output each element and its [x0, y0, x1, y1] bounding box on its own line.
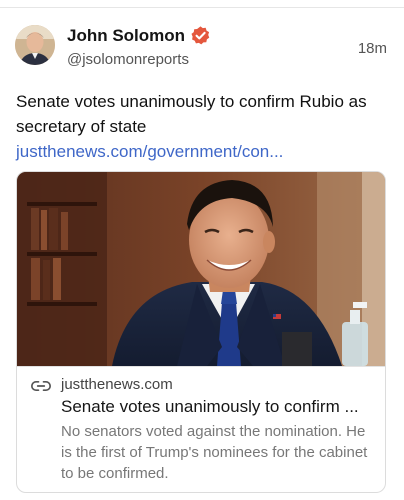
post-text: Senate votes unanimously to confirm Rubi…	[16, 92, 367, 136]
author-name[interactable]: John Solomon	[67, 25, 185, 47]
link-preview-meta[interactable]: justthenews.com Senate votes unanimously…	[17, 366, 385, 482]
link-icon	[31, 381, 51, 391]
author-avatar[interactable]	[15, 25, 55, 65]
link-preview-card[interactable]: justthenews.com Senate votes unanimously…	[16, 171, 386, 493]
link-preview-image[interactable]	[17, 172, 385, 366]
link-preview-title: Senate votes unanimously to confirm ...	[61, 397, 359, 416]
post-link[interactable]: justthenews.com/government/con...	[16, 142, 283, 161]
author-handle[interactable]: @jsolomonreports	[67, 50, 189, 70]
post-body: Senate votes unanimously to confirm Rubi…	[16, 89, 376, 164]
post-card: John Solomon @jsolomonreports 18m Senate…	[0, 0, 404, 500]
verified-badge-icon	[191, 26, 210, 45]
link-preview-domain: justthenews.com	[61, 376, 173, 393]
link-preview-description: No senators voted against the nomination…	[61, 423, 368, 482]
post-timestamp: 18m	[357, 40, 387, 57]
